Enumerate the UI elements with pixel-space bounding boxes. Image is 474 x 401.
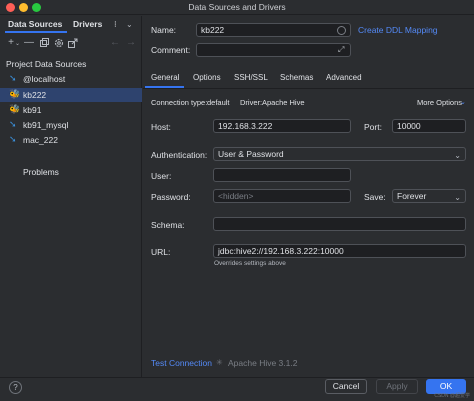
- hive-icon: 🐝: [9, 89, 21, 99]
- save-select[interactable]: Forever ⌄: [392, 189, 466, 203]
- driver-label: Driver:: [240, 98, 263, 107]
- connection-type-label: Connection type:: [151, 98, 208, 107]
- host-input[interactable]: 192.168.3.222: [213, 119, 351, 133]
- port-input[interactable]: 10000: [392, 119, 466, 133]
- left-panel: [0, 16, 142, 377]
- url-hint: Overrides settings above: [214, 260, 286, 267]
- test-status-text: Apache Hive 3.1.2: [228, 358, 298, 368]
- data-source-item-selected[interactable]: 🐝 kb222: [0, 88, 142, 102]
- url-input[interactable]: jdbc:hive2://192.168.3.222:10000: [213, 244, 466, 258]
- authentication-select[interactable]: User & Password ⌄: [213, 147, 466, 161]
- problems-item[interactable]: Problems: [23, 167, 59, 177]
- active-tab-indicator: [5, 31, 67, 33]
- comment-label: Comment:: [151, 45, 191, 55]
- password-label: Password:: [151, 192, 191, 202]
- color-circle-icon[interactable]: [337, 26, 346, 35]
- tabs-overflow-icon[interactable]: ⁝: [114, 19, 117, 30]
- cancel-button[interactable]: Cancel: [325, 379, 367, 394]
- forward-arrow-icon[interactable]: →: [126, 38, 136, 48]
- chevron-down-icon: ⌄: [454, 193, 461, 202]
- connection-type-link[interactable]: default: [207, 98, 230, 107]
- name-input[interactable]: kb222: [196, 23, 351, 37]
- apply-button[interactable]: Apply: [376, 379, 418, 394]
- window-title: Data Sources and Drivers: [188, 2, 286, 12]
- url-label: URL:: [151, 247, 171, 257]
- more-options-link[interactable]: More Options: [417, 98, 462, 107]
- database-icon: ➘: [9, 119, 17, 129]
- create-ddl-mapping-link[interactable]: Create DDL Mapping: [358, 25, 438, 35]
- watermark: CSDN @超爱学: [434, 393, 470, 399]
- driver-link[interactable]: Apache Hive: [262, 98, 305, 107]
- test-connection-link[interactable]: Test Connection: [151, 358, 212, 368]
- section-project-data-sources: Project Data Sources: [6, 59, 87, 69]
- data-source-item[interactable]: ➘ mac_222: [0, 133, 142, 147]
- data-source-item[interactable]: 🐝 kb91: [0, 103, 142, 117]
- back-arrow-icon[interactable]: ←: [110, 38, 120, 48]
- tab-drivers[interactable]: Drivers: [73, 19, 102, 29]
- schema-input[interactable]: [213, 217, 466, 231]
- tab-data-sources[interactable]: Data Sources: [8, 19, 62, 29]
- settings-icon[interactable]: [54, 38, 64, 48]
- expand-icon[interactable]: ⤢: [338, 45, 344, 55]
- remove-icon[interactable]: —: [24, 38, 34, 48]
- data-source-item[interactable]: ➘ kb91_mysql: [0, 118, 142, 132]
- duplicate-icon[interactable]: [40, 38, 49, 47]
- save-label: Save:: [364, 192, 386, 202]
- host-label: Host:: [151, 122, 171, 132]
- help-button[interactable]: ?: [9, 381, 22, 394]
- share-icon[interactable]: [68, 38, 78, 48]
- tab-ssh-ssl[interactable]: SSH/SSL: [234, 73, 268, 82]
- hive-icon: 🐝: [9, 104, 21, 114]
- tab-options[interactable]: Options: [193, 73, 221, 82]
- database-icon: ➘: [9, 134, 17, 144]
- user-label: User:: [151, 171, 172, 181]
- port-label: Port:: [364, 122, 382, 132]
- name-label: Name:: [151, 25, 177, 35]
- chevron-down-icon[interactable]: ⌄: [460, 98, 466, 106]
- chevron-down-icon: ⌄: [454, 151, 461, 160]
- user-input[interactable]: [213, 168, 351, 182]
- tab-advanced[interactable]: Advanced: [326, 73, 362, 82]
- comment-input[interactable]: [196, 43, 351, 57]
- tab-schemas[interactable]: Schemas: [280, 73, 313, 82]
- password-input[interactable]: <hidden>: [213, 189, 351, 203]
- database-icon: ➘: [9, 73, 17, 83]
- authentication-label: Authentication:: [151, 150, 208, 160]
- data-source-item[interactable]: ➘ @localhost: [0, 72, 142, 86]
- chevron-down-icon[interactable]: ⌄: [126, 20, 133, 29]
- add-dropdown-icon[interactable]: ⌄: [15, 40, 20, 47]
- schema-label: Schema:: [151, 220, 185, 230]
- tab-general[interactable]: General: [151, 73, 179, 82]
- tabs-divider: [143, 88, 474, 89]
- loading-spinner-icon: ✳: [216, 358, 223, 367]
